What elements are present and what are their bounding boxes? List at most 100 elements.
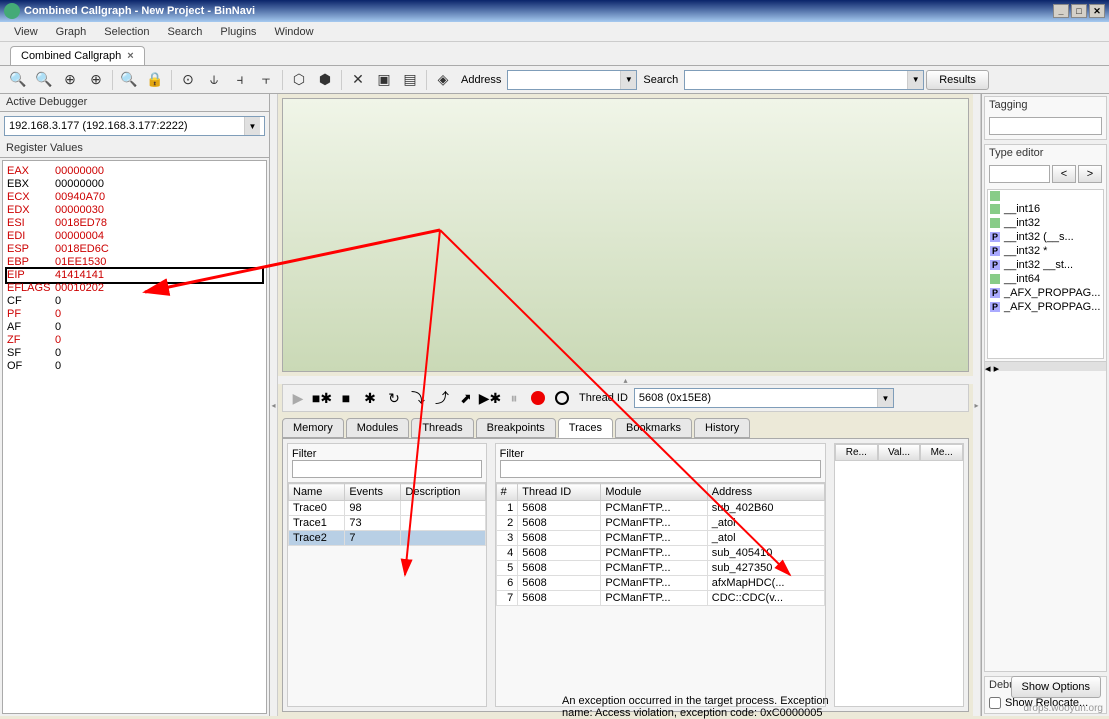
layout2-icon[interactable]: ⫞ [228,68,252,92]
trace-row[interactable]: Trace27 [289,531,486,546]
type-next-button[interactable]: > [1078,165,1102,183]
zoom-out-icon[interactable]: 🔍 [6,68,30,92]
type-row[interactable]: P_AFX_PROPPAG... [988,300,1103,314]
address-field[interactable]: ▼ [507,70,637,90]
doc-tab[interactable]: Combined Callgraph × [10,46,145,65]
type-row[interactable]: __int64 [988,272,1103,286]
col-module[interactable]: Module [601,484,707,501]
trace-event-row[interactable]: 25608PCManFTP..._atoi [496,516,824,531]
magnify-icon[interactable]: 🔍 [117,68,141,92]
run-icon[interactable]: ▶✱ [479,387,501,409]
horizontal-splitter[interactable]: ▴ [278,376,973,384]
misc-icon[interactable]: ◈ [431,68,455,92]
type-row[interactable] [988,190,1103,202]
layout4-icon[interactable]: ⬡ [287,68,311,92]
type-row[interactable]: __int32 [988,216,1103,230]
menu-selection[interactable]: Selection [96,24,157,40]
type-row[interactable]: P__int32 (__s... [988,230,1103,244]
checkbox-input[interactable] [989,697,1001,709]
minimize-button[interactable]: _ [1053,4,1069,18]
show-options-button[interactable]: Show Options [1011,676,1101,698]
lower-tab-history[interactable]: History [694,418,750,438]
delete-icon[interactable]: ✕ [346,68,370,92]
register-row[interactable]: CF0 [7,295,262,308]
group-icon[interactable]: ▣ [372,68,396,92]
zoom-sel-icon[interactable]: ⊕ [84,68,108,92]
type-row[interactable]: P__int32 * [988,244,1103,258]
results-button[interactable]: Results [926,70,989,90]
register-row[interactable]: EBX00000000 [7,178,262,191]
mini-col-val[interactable]: Val... [878,444,921,461]
menu-plugins[interactable]: Plugins [212,24,264,40]
lower-tab-memory[interactable]: Memory [282,418,344,438]
record-icon[interactable] [527,387,549,409]
lower-tab-threads[interactable]: Threads [411,418,473,438]
dropdown-arrow-icon[interactable]: ▼ [620,71,636,89]
col-name[interactable]: Name [289,484,345,501]
register-row[interactable]: EDX00000030 [7,204,262,217]
register-row[interactable]: EDI00000004 [7,230,262,243]
step-out-icon[interactable]: ⬈ [455,387,477,409]
horizontal-scrollbar[interactable]: ◂ ▸ [985,361,1106,371]
register-row[interactable]: SF0 [7,347,262,360]
register-row[interactable]: EFLAGS00010202 [7,282,262,295]
play-icon[interactable]: ▶ [287,387,309,409]
zoom-in-icon[interactable]: 🔍 [32,68,56,92]
register-row[interactable]: PF0 [7,308,262,321]
type-search-input[interactable] [989,165,1050,183]
menu-view[interactable]: View [6,24,46,40]
register-row[interactable]: ECX00940A70 [7,191,262,204]
maximize-button[interactable]: □ [1071,4,1087,18]
trace-event-row[interactable]: 15608PCManFTP...sub_402B60 [496,501,824,516]
lower-tab-breakpoints[interactable]: Breakpoints [476,418,556,438]
register-row[interactable]: EAX00000000 [7,165,262,178]
lock-icon[interactable]: 🔒 [143,68,167,92]
mini-col-me[interactable]: Me... [920,444,963,461]
trace-event-row[interactable]: 75608PCManFTP...CDC::CDC(v... [496,591,824,606]
register-row[interactable]: OF0 [7,360,262,373]
menu-window[interactable]: Window [266,24,321,40]
thread-select[interactable]: 5608 (0x15E8) ▼ [634,388,894,408]
col-thread[interactable]: Thread ID [518,484,601,501]
step2-icon[interactable]: ■ [335,387,357,409]
trace-event-row[interactable]: 45608PCManFTP...sub_405410 [496,546,824,561]
step-icon[interactable]: ■✱ [311,387,333,409]
step3-icon[interactable]: ✱ [359,387,381,409]
type-prev-button[interactable]: < [1052,165,1076,183]
register-row[interactable]: ESP0018ED6C [7,243,262,256]
layout3-icon[interactable]: ⫟ [254,68,278,92]
ungroup-icon[interactable]: ▤ [398,68,422,92]
pause-icon[interactable]: ⏸ [503,387,525,409]
step-over-icon[interactable]: ⤴ [431,387,453,409]
type-row[interactable]: P__int32 __st... [988,258,1103,272]
col-address[interactable]: Address [707,484,824,501]
search-field[interactable]: ▼ [684,70,924,90]
lower-tab-modules[interactable]: Modules [346,418,410,438]
layout5-icon[interactable]: ⬢ [313,68,337,92]
menu-search[interactable]: Search [160,24,211,40]
dropdown-arrow-icon[interactable]: ▼ [244,117,260,135]
record-outline-icon[interactable] [551,387,573,409]
vertical-splitter[interactable]: ◂ [270,94,278,716]
dropdown-arrow-icon[interactable]: ▼ [907,71,923,89]
trace-row[interactable]: Trace173 [289,516,486,531]
circle-arrow-icon[interactable]: ↻ [383,387,405,409]
zoom-fit-icon[interactable]: ⊕ [58,68,82,92]
lower-tab-traces[interactable]: Traces [558,418,613,438]
vertical-splitter-right[interactable]: ▸ [973,94,981,716]
doc-tab-close-icon[interactable]: × [127,50,133,62]
register-row[interactable]: ESI0018ED78 [7,217,262,230]
debugger-select[interactable]: 192.168.3.177 (192.168.3.177:2222) ▼ [4,116,265,136]
col-description[interactable]: Description [401,484,485,501]
menu-graph[interactable]: Graph [48,24,95,40]
col-num[interactable]: # [496,484,518,501]
trace-event-row[interactable]: 35608PCManFTP..._atol [496,531,824,546]
type-row[interactable]: P_AFX_PROPPAG... [988,286,1103,300]
type-row[interactable]: __int16 [988,202,1103,216]
step-into-icon[interactable]: ⤵ [407,387,429,409]
close-button[interactable]: ✕ [1089,4,1105,18]
trace-event-row[interactable]: 55608PCManFTP...sub_427350 [496,561,824,576]
filter-input[interactable] [292,460,482,478]
register-row[interactable]: ZF0 [7,334,262,347]
circle-icon[interactable]: ⊙ [176,68,200,92]
